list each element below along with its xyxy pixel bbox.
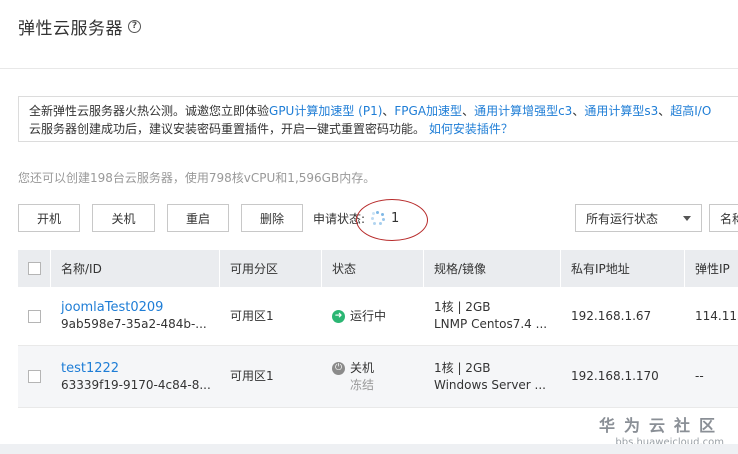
notice-text-2: 云服务器创建成功后，建议安装密码重置插件，开启一键式重置密码功能。 xyxy=(29,122,426,136)
spec-cell: 1核 | 2GB LNMP Centos7.4 ... xyxy=(424,287,561,345)
column-header-spec[interactable]: 规格/镜像 xyxy=(424,250,561,287)
annotation-circle xyxy=(356,199,428,241)
column-header-zone[interactable]: 可用分区 xyxy=(220,250,322,287)
power-icon: ⏻ xyxy=(332,361,345,375)
watermark: 华为云社区 bbs.huaweicloud.com xyxy=(599,412,724,448)
page-title: 弹性云服务器 xyxy=(18,18,123,39)
private-ip-cell: 192.168.1.170 xyxy=(571,369,659,383)
notice-separator: 、 xyxy=(658,104,671,118)
table-row: test1222 63339f19-9170-4c84-8... 可用区1 ⏻ … xyxy=(18,346,738,408)
eip-cell: 114.115 xyxy=(695,308,738,323)
stop-button[interactable]: 关机 xyxy=(92,204,155,232)
header-checkbox-cell xyxy=(18,250,51,287)
server-id: 63339f19-9170-4c84-8... xyxy=(61,377,211,392)
bottom-band xyxy=(0,444,738,454)
status-text: 运行中 xyxy=(350,308,387,323)
server-name-link[interactable]: joomlaTest0209 xyxy=(61,299,220,316)
status-line: ➜ 运行中 xyxy=(332,308,424,325)
notice-link-c3[interactable]: 通用计算增强型c3 xyxy=(474,104,572,118)
arrow-right-circle-icon: ➜ xyxy=(332,309,345,323)
eip-cell: -- xyxy=(695,369,704,383)
name-filter-select[interactable]: 名称 xyxy=(709,204,738,232)
zone-cell: 可用区1 xyxy=(230,308,274,323)
spec-cell: 1核 | 2GB Windows Server ... xyxy=(424,346,561,407)
notice-link-gpu[interactable]: GPU计算加速型 (P1) xyxy=(269,104,382,118)
notice-separator: 、 xyxy=(382,104,395,118)
spec-text: 1核 | 2GB xyxy=(434,360,491,375)
status-filter-value: 所有运行状态 xyxy=(586,211,659,226)
watermark-text: 华为云社区 xyxy=(598,416,724,435)
row-checkbox-cell xyxy=(18,287,51,345)
zone-cell: 可用区1 xyxy=(230,369,274,383)
notice-line-1: 全新弹性云服务器火热公测。诚邀您立即体验GPU计算加速型 (P1)、FPGA加速… xyxy=(29,102,738,120)
status-filter-select[interactable]: 所有运行状态 xyxy=(575,204,702,232)
status-cell: ⏻ 关机 冻结 xyxy=(322,346,424,407)
row-checkbox[interactable] xyxy=(28,370,41,383)
private-ip-cell: 192.168.1.67 xyxy=(571,308,652,323)
table-row: joomlaTest0209 9ab598e7-35a2-484b-... 可用… xyxy=(18,287,738,346)
notice-link-s3[interactable]: 通用计算型s3 xyxy=(584,104,658,118)
server-id: 9ab598e7-35a2-484b-... xyxy=(61,317,207,331)
name-cell: test1222 63339f19-9170-4c84-8... xyxy=(51,346,220,407)
status-line: ⏻ 关机 xyxy=(332,360,424,377)
caret-down-icon xyxy=(683,216,691,221)
status-text: 关机 xyxy=(350,360,375,375)
image-text: Windows Server ... xyxy=(434,377,546,392)
notice-separator: 、 xyxy=(572,104,585,118)
title-row: 弹性云服务器 ? xyxy=(18,14,141,39)
name-filter-value: 名称 xyxy=(720,211,738,226)
server-name-link[interactable]: test1222 xyxy=(61,360,220,377)
table-header: 名称/ID 可用分区 状态 规格/镜像 私有IP地址 弹性IP xyxy=(18,250,738,287)
column-header-eip[interactable]: 弹性IP xyxy=(685,250,738,287)
frozen-status-text: 冻结 xyxy=(350,377,375,392)
spec-text: 1核 | 2GB xyxy=(434,300,491,314)
notice-separator: 、 xyxy=(462,104,475,118)
notice-banner: 全新弹性云服务器火热公测。诚邀您立即体验GPU计算加速型 (P1)、FPGA加速… xyxy=(18,96,738,142)
column-header-private-ip[interactable]: 私有IP地址 xyxy=(561,250,685,287)
notice-link-fpga[interactable]: FPGA加速型 xyxy=(394,104,462,118)
quota-text: 您还可以创建198台云服务器，使用798核vCPU和1,596GB内存。 xyxy=(18,171,376,185)
restart-button[interactable]: 重启 xyxy=(167,204,229,232)
start-button[interactable]: 开机 xyxy=(18,204,80,232)
server-table: 名称/ID 可用分区 状态 规格/镜像 私有IP地址 弹性IP joomlaTe… xyxy=(18,250,738,408)
image-text: LNMP Centos7.4 ... xyxy=(434,317,548,331)
column-header-name[interactable]: 名称/ID xyxy=(51,250,220,287)
delete-button[interactable]: 删除 xyxy=(241,204,303,232)
install-plugin-link[interactable]: 如何安装插件？ xyxy=(429,122,513,136)
notice-link-io[interactable]: 超高I/O xyxy=(670,104,711,118)
select-all-checkbox[interactable] xyxy=(27,262,41,275)
toolbar: 开机 关机 重启 删除 申请状态: 1 xyxy=(18,204,399,232)
notice-text: 全新弹性云服务器火热公测。诚邀您立即体验 xyxy=(29,104,270,118)
column-header-status[interactable]: 状态 xyxy=(322,250,424,287)
status-cell: ➜ 运行中 xyxy=(322,287,424,345)
row-checkbox[interactable] xyxy=(28,309,41,323)
name-cell: joomlaTest0209 9ab598e7-35a2-484b-... xyxy=(51,287,220,345)
divider xyxy=(0,68,738,69)
notice-line-2: 云服务器创建成功后，建议安装密码重置插件，开启一键式重置密码功能。 如何安装插件… xyxy=(29,120,738,138)
help-circle-icon[interactable]: ? xyxy=(128,19,141,33)
row-checkbox-cell xyxy=(18,346,51,407)
